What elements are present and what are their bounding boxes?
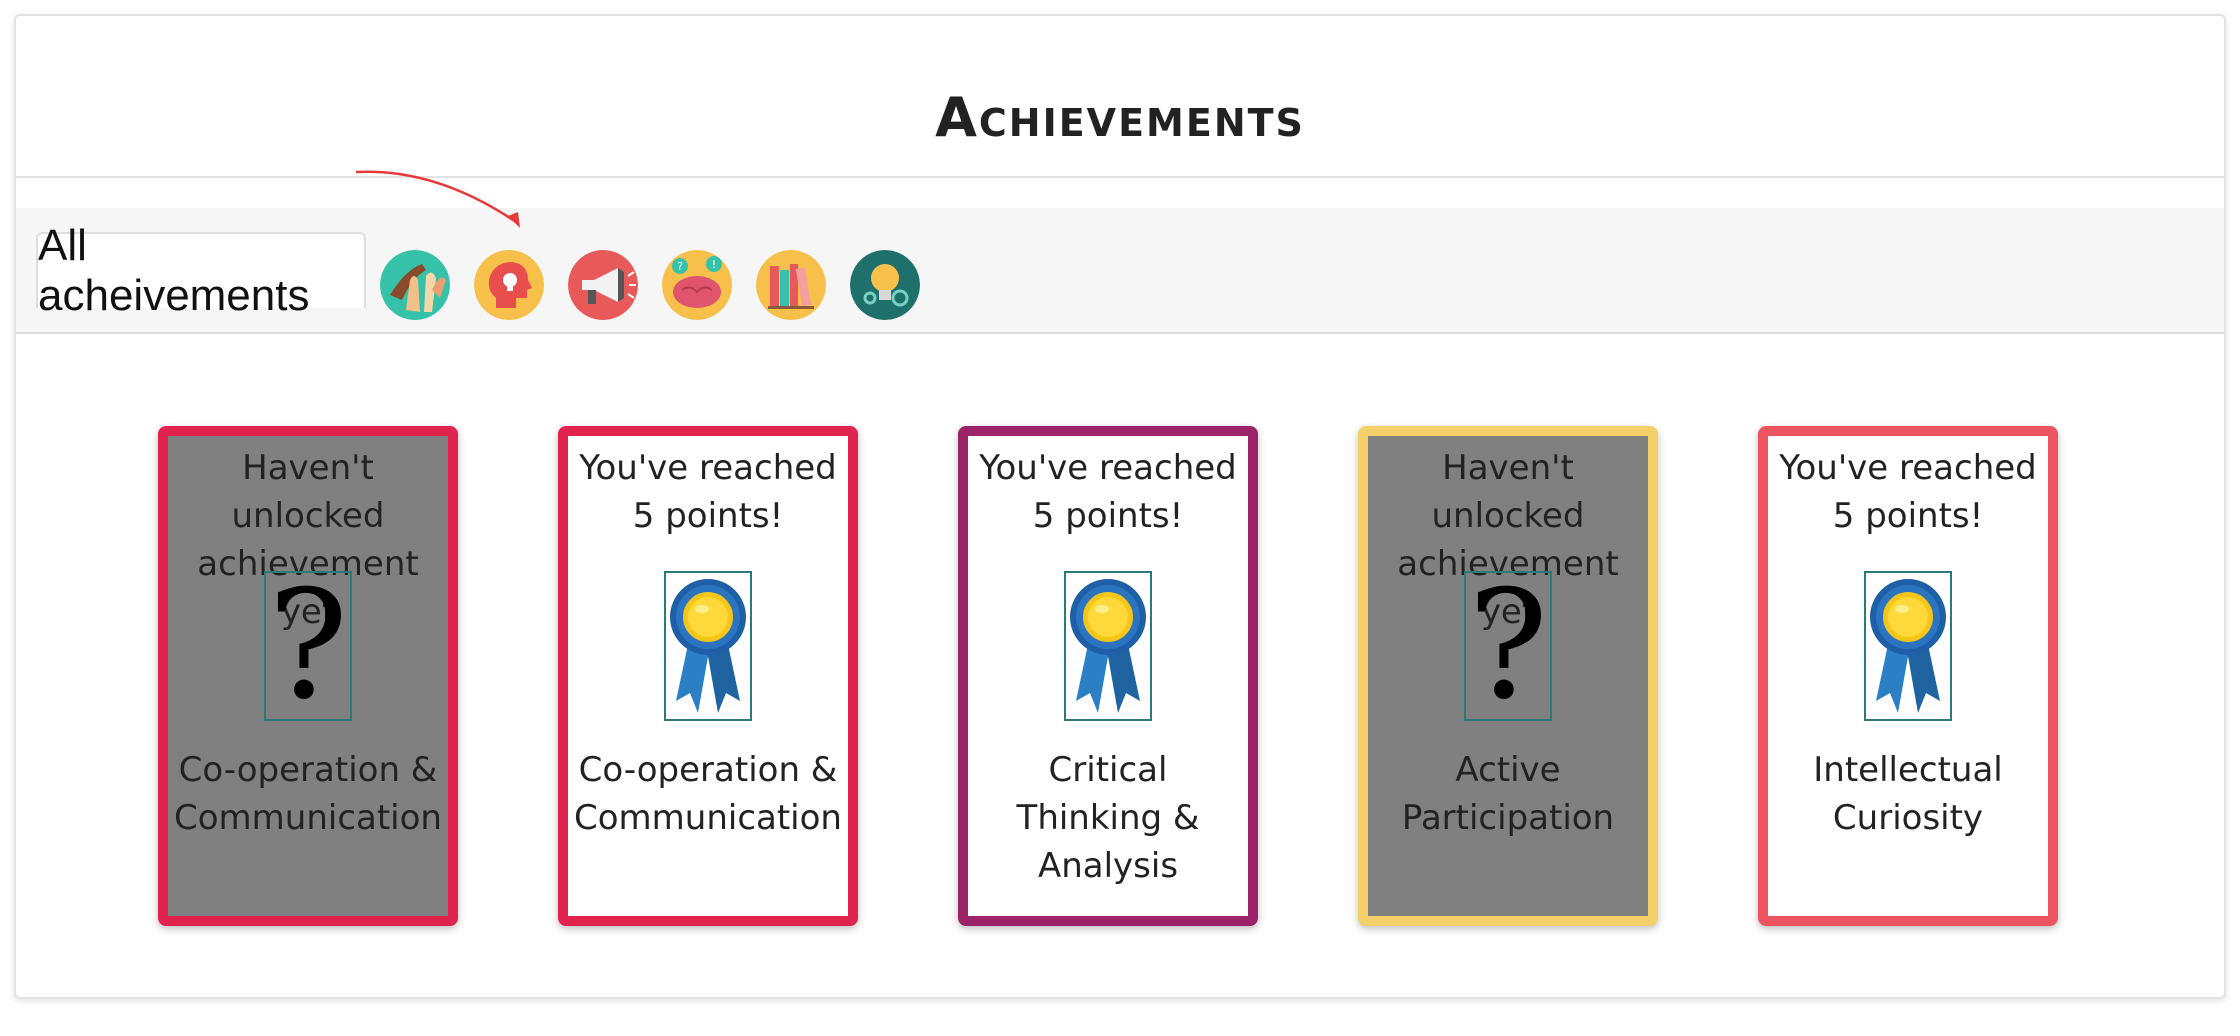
tab-ideas[interactable] [850,250,920,320]
tab-participation[interactable] [568,250,638,320]
locked-symbol: ? [1467,559,1549,733]
lightbulb-gear-icon [850,250,920,320]
question-mark-icon: ? [264,571,352,721]
achievement-status: You've reached 5 points! [1779,448,2037,536]
award-ribbon-icon [1864,571,1952,721]
award-ribbon-icon [1070,579,1146,713]
achievement-name: Critical Thinking & Analysis [1016,750,1200,886]
pointer-arrow-icon [355,170,520,228]
award-ribbon-icon [664,571,752,721]
achievement-name: Co-operation & Communication [174,750,442,838]
page-title: Achievements [935,86,1305,149]
achievements-panel: Achievements All acheivements ? ! Haven'… [14,14,2226,999]
title-divider [16,176,2224,178]
brain-question-icon: ? ! [662,250,732,320]
achievement-card[interactable]: You've reached 5 points! Intellectual Cur… [1758,426,2058,926]
achievement-card[interactable]: Haven't unlocked achievement yet? Co-oper… [158,426,458,926]
svg-text:!: ! [712,258,716,271]
achievement-status: You've reached 5 points! [979,448,1237,536]
books-icon [756,250,826,320]
megaphone-icon [568,250,638,320]
tab-creative-thinking[interactable] [474,250,544,320]
achievement-name: Active Participation [1401,750,1615,838]
achievement-name: Intellectual Curiosity [1813,750,2003,838]
achievement-card[interactable]: Haven't unlocked achievement yet? Active … [1358,426,1658,926]
tab-cooperation[interactable] [380,250,450,320]
achievement-card[interactable]: You've reached 5 points! Critical Thinkin… [958,426,1258,926]
achievement-card[interactable]: You've reached 5 points! Co-operation & C… [558,426,858,926]
tab-critical-thinking[interactable]: ? ! [662,250,732,320]
award-ribbon-icon [670,579,746,713]
head-lightbulb-icon [474,250,544,320]
award-ribbon-icon [1064,571,1152,721]
question-mark-icon: ? [1464,571,1552,721]
award-ribbon-icon [1870,579,1946,713]
tab-curiosity[interactable] [756,250,826,320]
locked-symbol: ? [267,559,349,733]
achievement-name: Co-operation & Communication [574,750,842,838]
svg-text:?: ? [677,260,683,273]
category-tabs: All acheivements ? ! [16,208,2224,334]
achievement-status: You've reached 5 points! [579,448,837,536]
tab-all-achievements[interactable]: All acheivements [36,221,366,320]
cooperation-hands-icon [380,250,450,320]
